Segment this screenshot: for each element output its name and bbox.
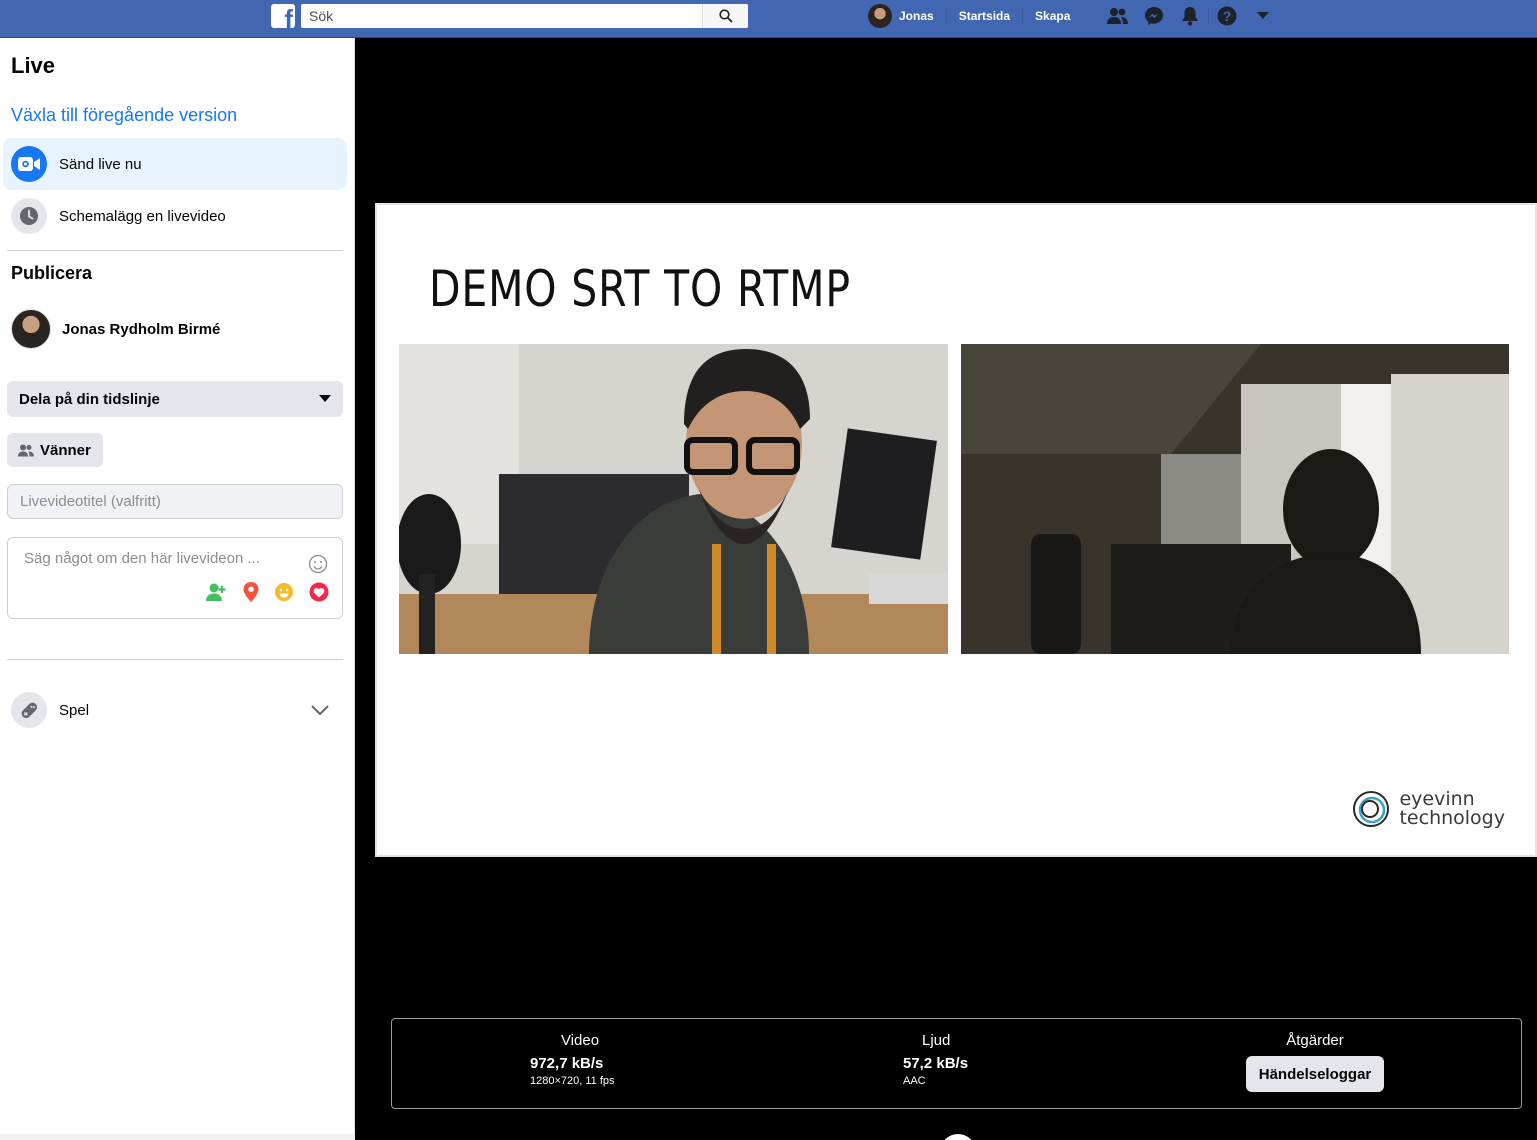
video-detail: 1280×720, 11 fps xyxy=(530,1075,615,1087)
actions-label: Åtgärder xyxy=(1286,1032,1344,1049)
live-producer-sidebar: Live Växla till föregående version Sänd … xyxy=(0,38,355,1140)
go-live-button-edge[interactable] xyxy=(940,1134,976,1140)
logo-line-2: technology xyxy=(1399,807,1505,829)
nav-avatar[interactable] xyxy=(868,4,892,28)
games-section[interactable]: Spel xyxy=(3,684,347,736)
video-label: Video xyxy=(560,1032,600,1049)
audience-button[interactable]: Vänner xyxy=(7,433,103,467)
video-camera-icon xyxy=(11,146,47,182)
audio-detail: AAC xyxy=(903,1075,926,1087)
sidebar-item-label: Sänd live nu xyxy=(59,155,142,173)
publisher-row: Jonas Rydholm Birmé xyxy=(11,309,220,349)
search-input[interactable] xyxy=(301,4,701,28)
sidebar-item-schedule[interactable]: Schemalägg en livevideo xyxy=(3,190,347,242)
camera-feed-2 xyxy=(961,344,1509,654)
games-label: Spel xyxy=(59,701,90,719)
video-bitrate: 972,7 kB/s xyxy=(530,1055,604,1072)
share-destination-select[interactable]: Dela på din tidslinje xyxy=(7,381,343,417)
svg-text:?: ? xyxy=(1223,8,1232,24)
sidebar-item-label: Schemalägg en livevideo xyxy=(59,207,226,225)
top-nav-links: Jonas Startsida Skapa xyxy=(868,4,1082,28)
event-log-button[interactable]: Händelseloggar xyxy=(1246,1056,1384,1092)
search-button[interactable] xyxy=(702,4,748,28)
facebook-logo-icon[interactable]: f xyxy=(271,4,295,28)
slide-title: DEMO SRT TO RTMP xyxy=(429,260,851,318)
chevron-down-icon[interactable] xyxy=(311,704,329,716)
camera-feed-1-image xyxy=(399,344,948,654)
emoji-picker-icon[interactable] xyxy=(308,554,328,579)
friends-icon xyxy=(18,444,34,456)
description-box xyxy=(7,537,343,619)
avatar xyxy=(11,309,51,349)
audio-stats: Ljud 57,2 kB/s AAC xyxy=(903,1032,1003,1087)
live-video-preview: DEMO SRT TO RTMP eyevinn technology xyxy=(375,203,1537,857)
top-nav-icons: ? xyxy=(1100,4,1281,28)
sidebar-title: Live xyxy=(11,53,56,78)
feeling-activity-icon[interactable] xyxy=(274,582,294,607)
description-actions xyxy=(206,582,330,607)
audio-label: Ljud xyxy=(922,1032,951,1049)
game-controller-icon xyxy=(11,692,47,728)
caret-down-icon xyxy=(319,395,331,402)
sidebar-bottom-edge xyxy=(0,1134,355,1140)
sidebar-item-go-live[interactable]: Sänd live nu xyxy=(3,138,347,190)
nav-profile-link[interactable]: Jonas xyxy=(899,4,946,28)
switch-version-link[interactable]: Växla till föregående version xyxy=(11,105,237,126)
stream-health-panel: Video 972,7 kB/s 1280×720, 11 fps Ljud 5… xyxy=(391,1018,1522,1109)
search-box xyxy=(301,4,748,28)
publisher-name: Jonas Rydholm Birmé xyxy=(62,320,221,338)
top-navigation-bar: f Jonas Startsida Skapa ? xyxy=(0,0,1537,38)
eyevinn-logo: eyevinn technology xyxy=(1351,789,1505,829)
divider xyxy=(7,659,343,660)
nav-separator xyxy=(1208,8,1209,24)
tag-friends-icon[interactable] xyxy=(206,582,228,607)
nav-create-link[interactable]: Skapa xyxy=(1023,4,1082,28)
publish-heading: Publicera xyxy=(11,263,93,283)
video-stats: Video 972,7 kB/s 1280×720, 11 fps xyxy=(530,1032,630,1087)
camera-feed-1 xyxy=(399,344,948,654)
search-icon xyxy=(718,9,733,23)
notifications-icon[interactable] xyxy=(1172,4,1208,28)
actions-section: Åtgärder Händelseloggar xyxy=(1246,1032,1384,1092)
audience-button-label: Vänner xyxy=(40,441,91,459)
description-input[interactable] xyxy=(8,538,288,578)
check-in-location-icon[interactable] xyxy=(242,582,260,607)
support-icon[interactable] xyxy=(308,582,330,607)
share-destination-value: Dela på din tidslinje xyxy=(19,390,160,408)
live-title-input[interactable] xyxy=(8,485,342,518)
nav-home-link[interactable]: Startsida xyxy=(947,4,1022,28)
live-title-field xyxy=(7,484,343,519)
clock-icon xyxy=(11,198,47,234)
friends-icon[interactable] xyxy=(1100,4,1136,28)
camera-feed-2-image xyxy=(961,344,1509,654)
help-icon[interactable]: ? xyxy=(1209,4,1245,28)
eyevinn-logo-text: eyevinn technology xyxy=(1399,790,1505,828)
divider xyxy=(7,250,343,251)
account-dropdown-icon[interactable] xyxy=(1245,4,1281,28)
eyevinn-logo-icon xyxy=(1353,791,1390,827)
audio-bitrate: 57,2 kB/s xyxy=(903,1055,969,1072)
messenger-icon[interactable] xyxy=(1136,4,1172,28)
